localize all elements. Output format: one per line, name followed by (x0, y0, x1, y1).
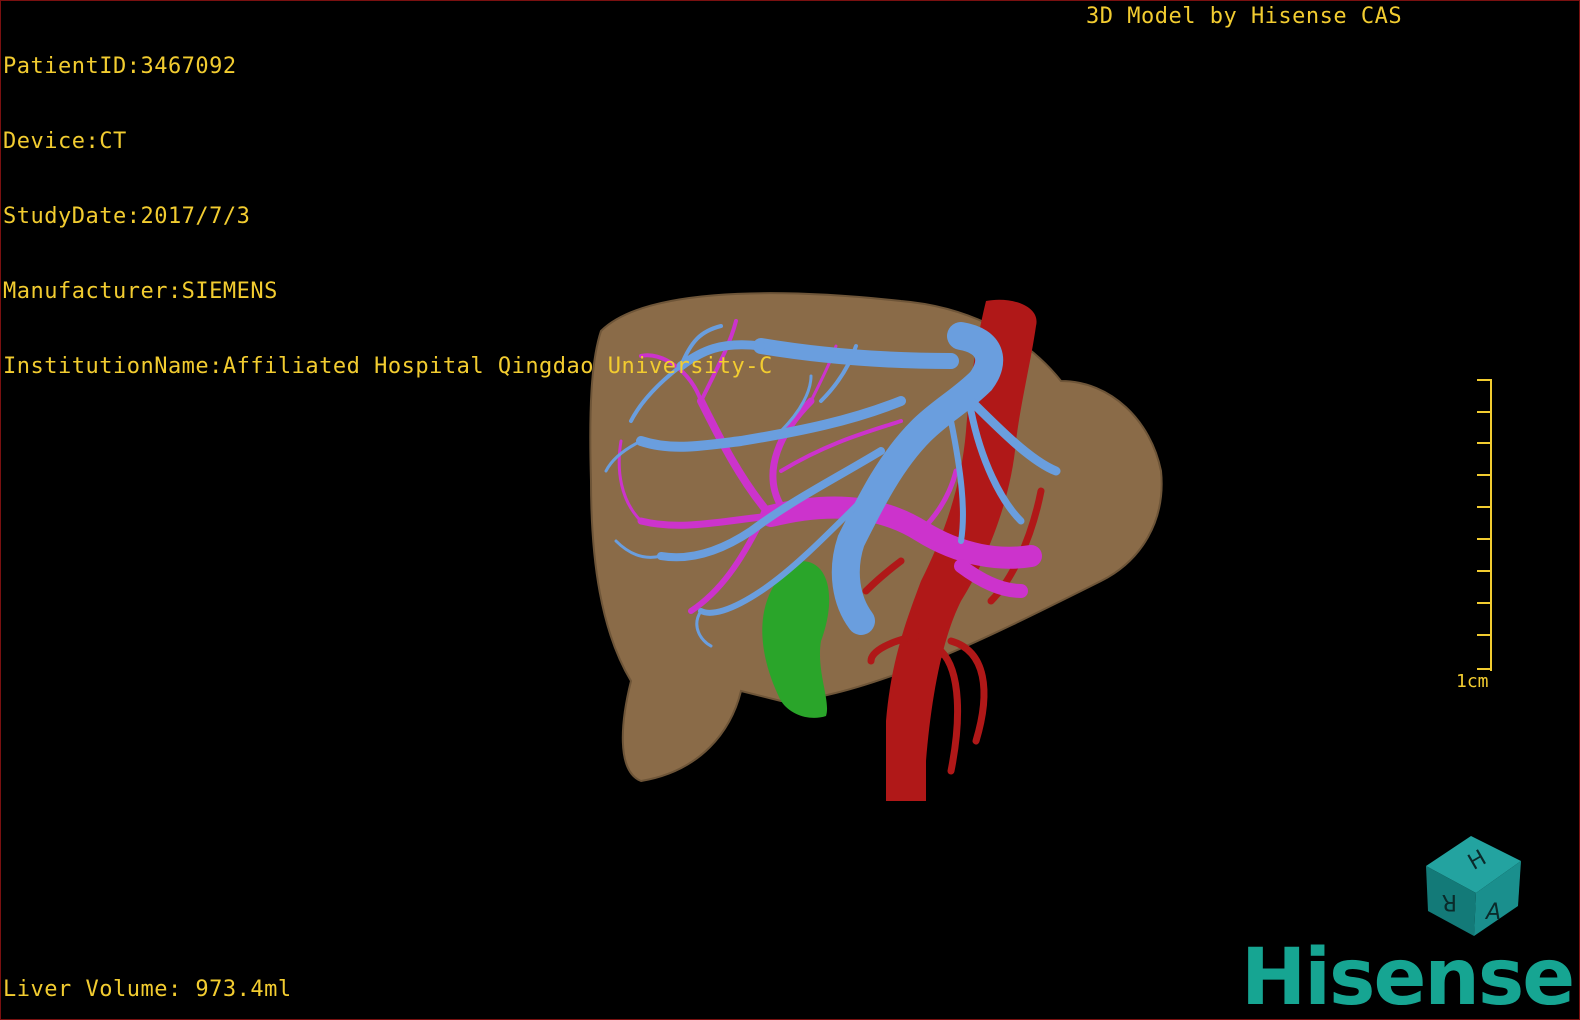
scale-ruler (1477, 379, 1492, 671)
liver-volume: Liver Volume: 973.4ml (3, 977, 292, 1002)
dicom-info-overlay: PatientID:3467092 Device:CT StudyDate:20… (3, 4, 773, 429)
hisense-logo: Hisense (1241, 933, 1575, 1020)
patient-id: PatientID:3467092 (3, 54, 237, 79)
model-title: 3D Model by Hisense CAS (1086, 4, 1403, 29)
orientation-r: R (1442, 889, 1457, 914)
device: Device:CT (3, 129, 127, 154)
institution-name: InstitutionName:Affiliated Hospital Qing… (3, 354, 773, 379)
orientation-cube[interactable]: H R A (1416, 831, 1536, 941)
study-date: StudyDate:2017/7/3 (3, 204, 251, 229)
orientation-a: A (1484, 900, 1501, 925)
scale-label: 1cm (1456, 671, 1489, 692)
manufacturer: Manufacturer:SIEMENS (3, 279, 278, 304)
3d-viewport[interactable]: PatientID:3467092 Device:CT StudyDate:20… (0, 0, 1580, 1020)
